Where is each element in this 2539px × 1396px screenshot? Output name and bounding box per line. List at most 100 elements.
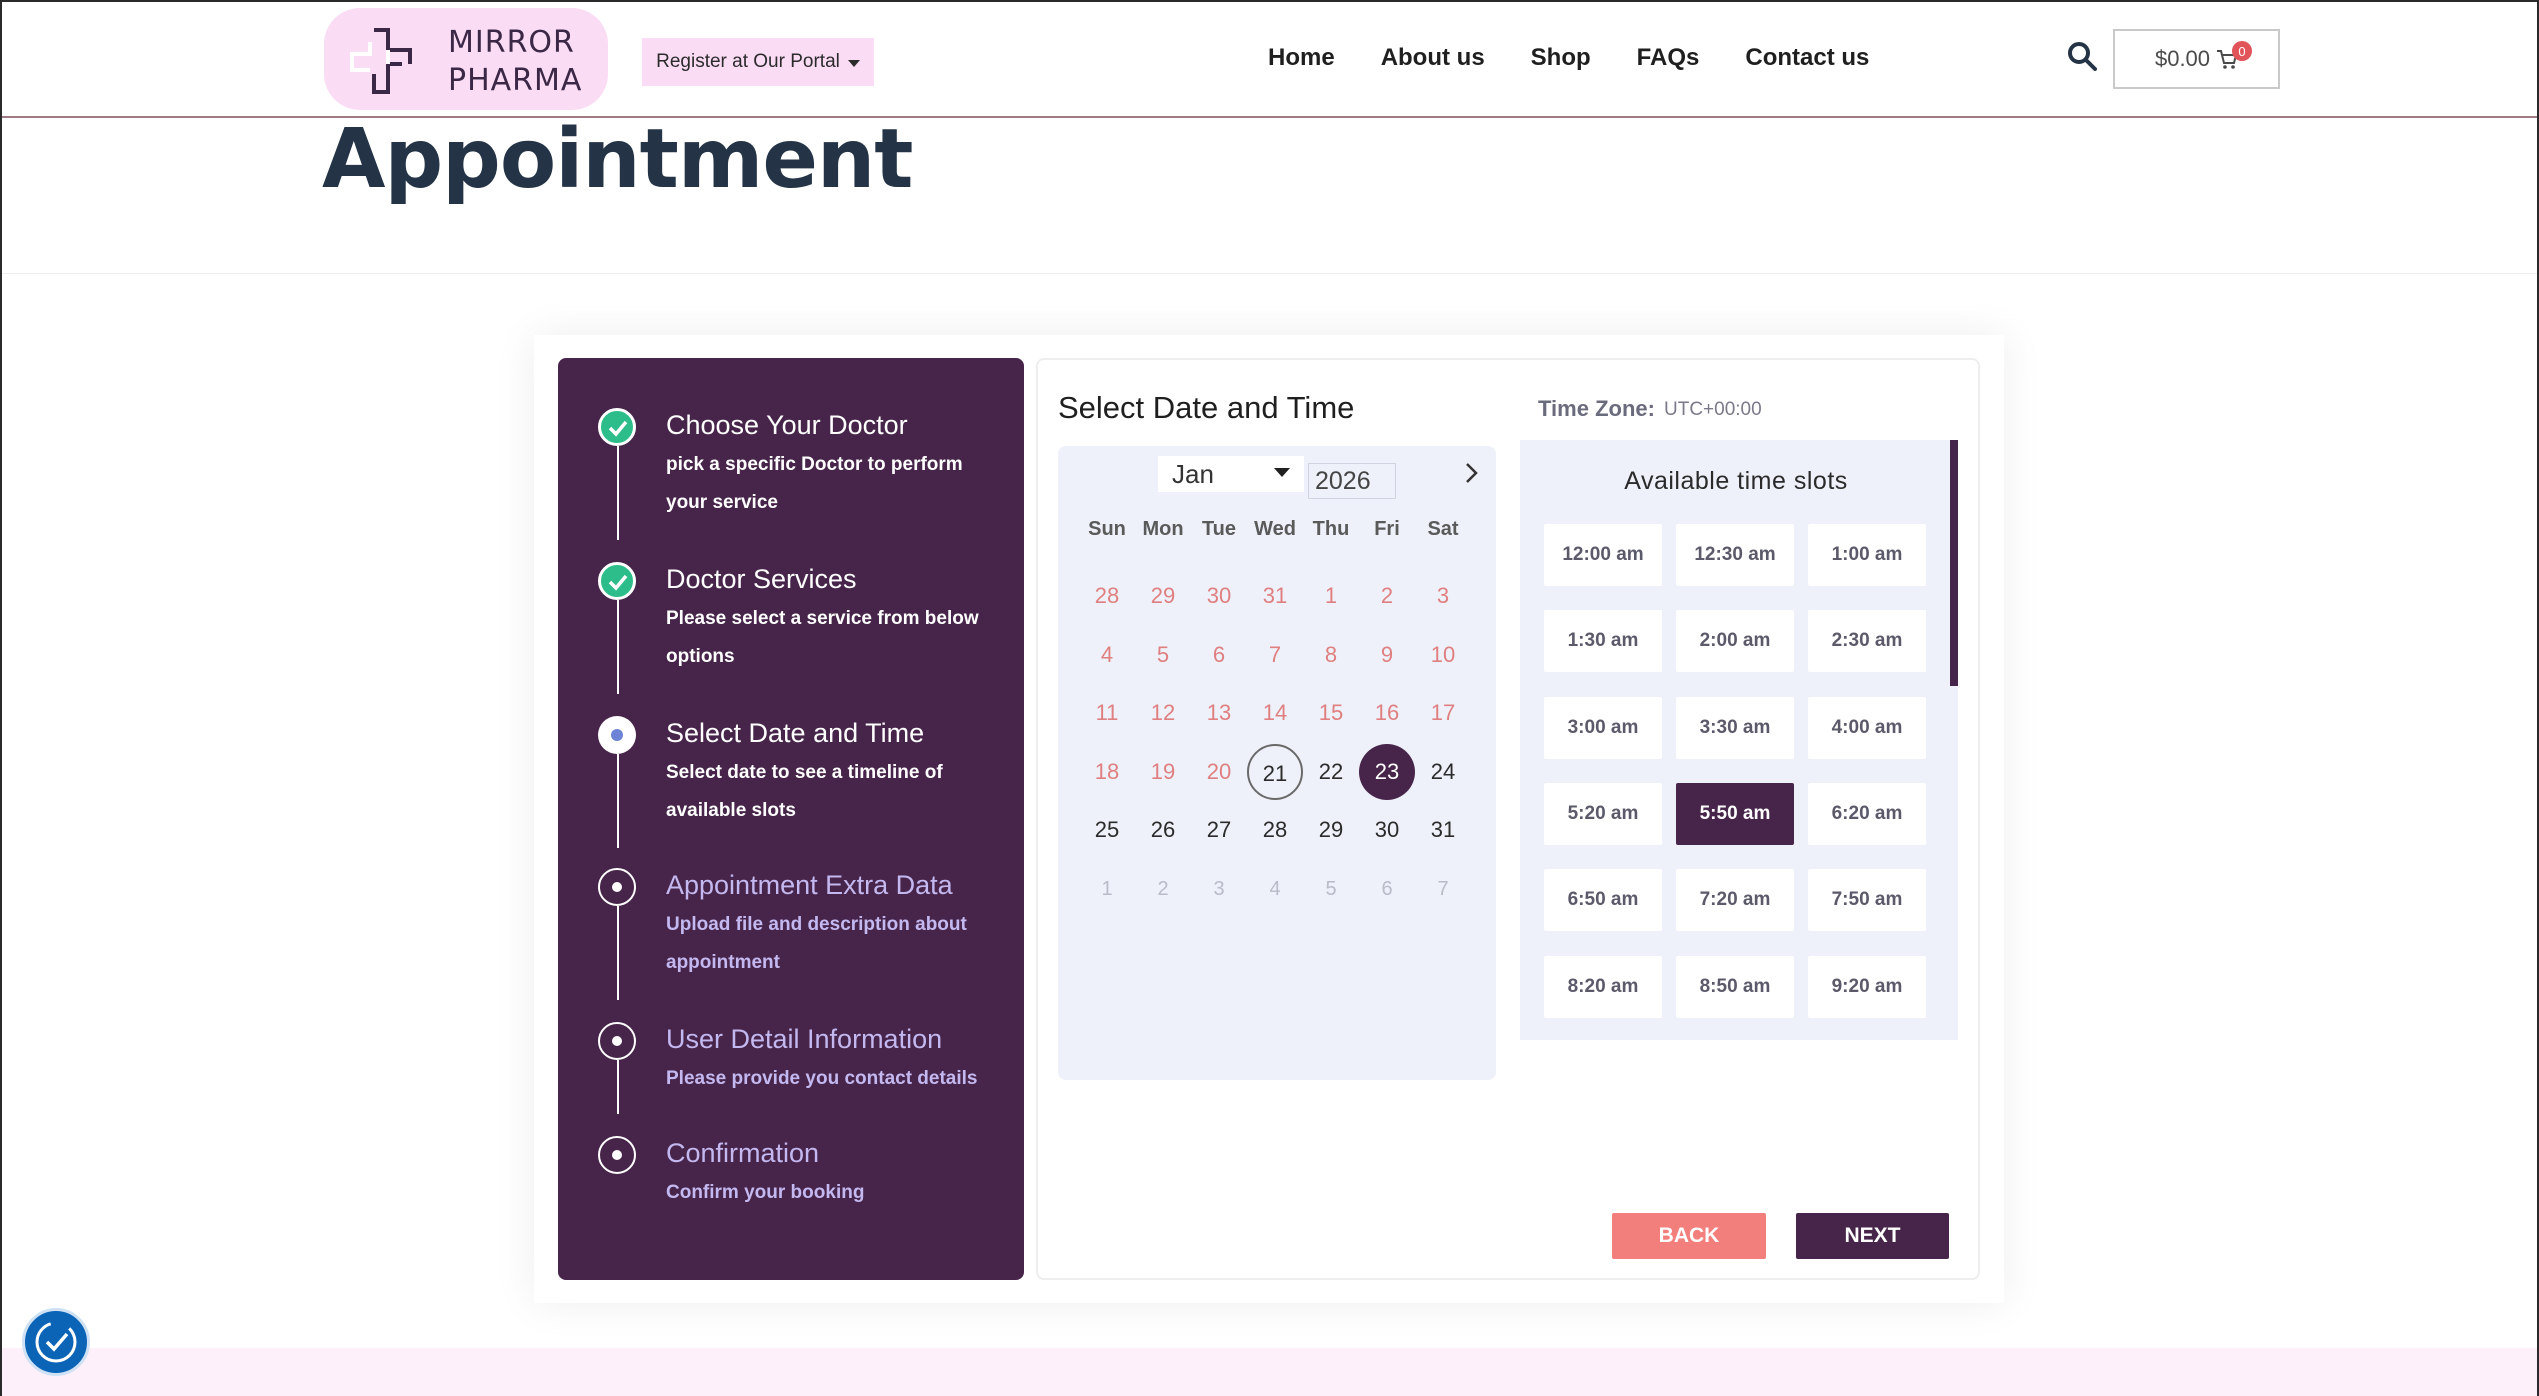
pending-step-icon	[598, 1022, 636, 1060]
calendar-day[interactable]: 30	[1359, 802, 1415, 858]
step-description: Please provide you contact details	[666, 1068, 978, 1089]
calendar-day[interactable]: 3	[1191, 861, 1247, 917]
calendar-day[interactable]: 16	[1359, 685, 1415, 741]
time-slot-button[interactable]: 1:30 am	[1544, 610, 1662, 672]
time-slot-button[interactable]: 5:50 am	[1676, 783, 1794, 845]
calendar-day[interactable]: 14	[1247, 685, 1303, 741]
calendar-day[interactable]: 1	[1079, 861, 1135, 917]
calendar-day[interactable]: 28	[1247, 802, 1303, 858]
calendar-day[interactable]: 13	[1191, 685, 1247, 741]
step-connector	[617, 446, 619, 540]
time-slot-button[interactable]: 7:50 am	[1808, 869, 1926, 931]
nav-about-us[interactable]: About us	[1381, 38, 1485, 78]
calendar-day[interactable]: 30	[1191, 568, 1247, 624]
back-button[interactable]: BACK	[1612, 1213, 1766, 1259]
calendar-day[interactable]: 25	[1079, 802, 1135, 858]
calendar-day[interactable]: 4	[1079, 627, 1135, 683]
booking-steps-sidebar: Choose Your Doctor pick a specific Docto…	[558, 358, 1024, 1280]
time-slot-button[interactable]: 5:20 am	[1544, 783, 1662, 845]
calendar-day[interactable]: 7	[1415, 861, 1471, 917]
step-title: Doctor Services	[666, 564, 857, 594]
search-icon[interactable]	[2066, 40, 2098, 72]
time-slot-button[interactable]: 6:50 am	[1544, 869, 1662, 931]
logo-text: MIRROR PHARMA	[448, 24, 582, 100]
calendar-day[interactable]: 31	[1247, 568, 1303, 624]
nav-faqs[interactable]: FAQs	[1637, 38, 1700, 78]
calendar-day[interactable]: 2	[1135, 861, 1191, 917]
check-icon	[598, 562, 636, 600]
time-slot-button[interactable]: 7:20 am	[1676, 869, 1794, 931]
calendar-day[interactable]: 7	[1247, 627, 1303, 683]
time-slot-button[interactable]: 2:00 am	[1676, 610, 1794, 672]
calendar-day[interactable]: 3	[1415, 568, 1471, 624]
calendar-day[interactable]: 26	[1135, 802, 1191, 858]
calendar-day[interactable]: 6	[1191, 627, 1247, 683]
time-slot-button[interactable]: 12:30 am	[1676, 524, 1794, 586]
calendar-day[interactable]: 18	[1079, 744, 1135, 800]
step-title: Select Date and Time	[666, 718, 925, 748]
cart-button[interactable]: $0.00	[2113, 29, 2280, 89]
calendar-day[interactable]: 5	[1135, 627, 1191, 683]
calendar-day[interactable]: 6	[1359, 861, 1415, 917]
year-input[interactable]: 2026	[1308, 463, 1396, 499]
accessibility-icon[interactable]	[22, 1308, 90, 1376]
calendar-day[interactable]: 4	[1247, 861, 1303, 917]
calendar-day[interactable]: 20	[1191, 744, 1247, 800]
chevron-down-icon	[1274, 468, 1290, 477]
calendar-day[interactable]: 19	[1135, 744, 1191, 800]
calendar-day[interactable]: 24	[1415, 744, 1471, 800]
brand-logo[interactable]: MIRROR PHARMA	[324, 8, 608, 110]
step-title: Confirmation	[666, 1138, 820, 1168]
calendar-day[interactable]: 29	[1135, 568, 1191, 624]
step-connector	[617, 600, 619, 694]
nav-home[interactable]: Home	[1268, 38, 1335, 78]
nav-shop[interactable]: Shop	[1531, 38, 1591, 78]
calendar-day[interactable]: 17	[1415, 685, 1471, 741]
calendar-day[interactable]: 1	[1303, 568, 1359, 624]
weekday-header: Wed	[1254, 518, 1296, 540]
time-slot-button[interactable]: 2:30 am	[1808, 610, 1926, 672]
calendar-day[interactable]: 29	[1303, 802, 1359, 858]
step-description: pick a specific Doctor to perform your s…	[666, 454, 963, 513]
calendar-day[interactable]: 11	[1079, 685, 1135, 741]
calendar-day[interactable]: 21	[1247, 744, 1303, 800]
weekday-header: Sun	[1088, 518, 1126, 540]
step-description: Confirm your booking	[666, 1182, 865, 1203]
calendar-day[interactable]: 10	[1415, 627, 1471, 683]
calendar-day[interactable]: 2	[1359, 568, 1415, 624]
calendar-day[interactable]: 27	[1191, 802, 1247, 858]
calendar-day[interactable]: 8	[1303, 627, 1359, 683]
nav-contact-us[interactable]: Contact us	[1745, 38, 1869, 78]
cart-total: $0.00	[2154, 46, 2211, 71]
timezone-value: UTC+00:00	[1664, 399, 1762, 420]
weekday-header: Thu	[1312, 518, 1350, 540]
time-slot-button[interactable]: 3:30 am	[1676, 697, 1794, 759]
page-title: Appointment	[322, 112, 914, 207]
calendar-day[interactable]: 12	[1135, 685, 1191, 741]
time-slot-button[interactable]: 6:20 am	[1808, 783, 1926, 845]
footer-band	[0, 1348, 2539, 1396]
calendar-day[interactable]: 15	[1303, 685, 1359, 741]
logo-line-2: PHARMA	[448, 63, 583, 98]
time-slot-button[interactable]: 8:50 am	[1676, 956, 1794, 1018]
calendar-day[interactable]: 23	[1359, 744, 1415, 800]
step-connector	[617, 754, 619, 848]
calendar-day[interactable]: 31	[1415, 802, 1471, 858]
time-slot-button[interactable]: 8:20 am	[1544, 956, 1662, 1018]
step-connector	[617, 906, 619, 1000]
calendar-day[interactable]: 9	[1359, 627, 1415, 683]
accessibility-check-icon	[35, 1321, 77, 1363]
next-button[interactable]: NEXT	[1796, 1213, 1949, 1259]
time-slot-button[interactable]: 12:00 am	[1544, 524, 1662, 586]
time-slot-button[interactable]: 9:20 am	[1808, 956, 1926, 1018]
time-slot-button[interactable]: 4:00 am	[1808, 697, 1926, 759]
calendar-day[interactable]: 22	[1303, 744, 1359, 800]
section-title: Select Date and Time	[1058, 390, 1355, 425]
time-slot-button[interactable]: 3:00 am	[1544, 697, 1662, 759]
time-slot-button[interactable]: 1:00 am	[1808, 524, 1926, 586]
calendar-day[interactable]: 5	[1303, 861, 1359, 917]
weekday-header: Fri	[1374, 518, 1400, 540]
register-portal-dropdown[interactable]: Register at Our Portal	[642, 38, 874, 86]
calendar-day[interactable]: 28	[1079, 568, 1135, 624]
chevron-right-icon[interactable]	[1460, 458, 1484, 488]
